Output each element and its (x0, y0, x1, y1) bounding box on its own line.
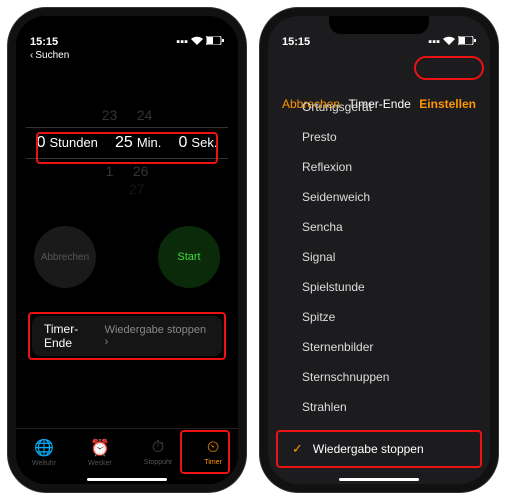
sound-item[interactable]: Strahlen (268, 392, 490, 422)
sound-item[interactable]: Ortungsgerät (268, 92, 490, 122)
sound-item[interactable]: Presto (268, 122, 490, 152)
start-button[interactable]: Start (158, 226, 220, 288)
tab-world-clock[interactable]: 🌐Weltuhr (32, 438, 56, 467)
sound-item[interactable]: Spielstunde (268, 272, 490, 302)
battery-icon (206, 36, 224, 48)
phone-timer: 15:15 ▪▪▪ Suchen 23 24 0Stunden 25Min. 0… (8, 8, 246, 492)
notch (77, 16, 177, 34)
cancel-button[interactable]: Abbrechen (34, 226, 96, 288)
sound-item[interactable]: Reflexion (268, 152, 490, 182)
sound-screen: 15:15 ▪▪▪ Abbrechen Timer-Ende Einstelle… (268, 16, 490, 484)
phone-sound-picker: 15:15 ▪▪▪ Abbrechen Timer-Ende Einstelle… (260, 8, 498, 492)
status-icons: ▪▪▪ (428, 36, 476, 48)
sound-item[interactable]: Triller (268, 422, 490, 424)
highlight-stop-playback (276, 430, 482, 468)
highlight-timer-end (28, 312, 226, 360)
status-icons: ▪▪▪ (176, 36, 224, 48)
sound-list[interactable]: OrtungsgerätPrestoReflexionSeidenweichSe… (268, 92, 490, 424)
signal-icon: ▪▪▪ (176, 36, 188, 48)
highlight-timer-tab (180, 430, 230, 474)
tab-stopwatch[interactable]: ⏱Stoppuhr (144, 439, 172, 466)
status-time: 15:15 (282, 36, 310, 48)
status-time: 15:15 (30, 36, 58, 48)
globe-icon: 🌐 (34, 438, 54, 458)
wifi-icon (443, 36, 455, 48)
battery-icon (458, 36, 476, 48)
timer-screen: 15:15 ▪▪▪ Suchen 23 24 0Stunden 25Min. 0… (16, 16, 238, 484)
stopwatch-icon: ⏱ (152, 439, 164, 457)
home-indicator[interactable] (87, 478, 167, 481)
wifi-icon (191, 36, 203, 48)
sound-item[interactable]: Sencha (268, 212, 490, 242)
tab-alarm[interactable]: ⏰Wecker (88, 438, 112, 467)
notch (329, 16, 429, 34)
signal-icon: ▪▪▪ (428, 36, 440, 48)
sound-item[interactable]: Signal (268, 242, 490, 272)
sound-item[interactable]: Seidenweich (268, 182, 490, 212)
home-indicator[interactable] (339, 478, 419, 481)
highlight-picker (36, 132, 218, 164)
alarm-icon: ⏰ (90, 438, 110, 458)
sound-item[interactable]: Sternschnuppen (268, 362, 490, 392)
back-search[interactable]: Suchen (30, 50, 69, 61)
sound-item[interactable]: Spitze (268, 302, 490, 332)
sound-item[interactable]: Sternenbilder (268, 332, 490, 362)
highlight-set-button (414, 56, 484, 80)
